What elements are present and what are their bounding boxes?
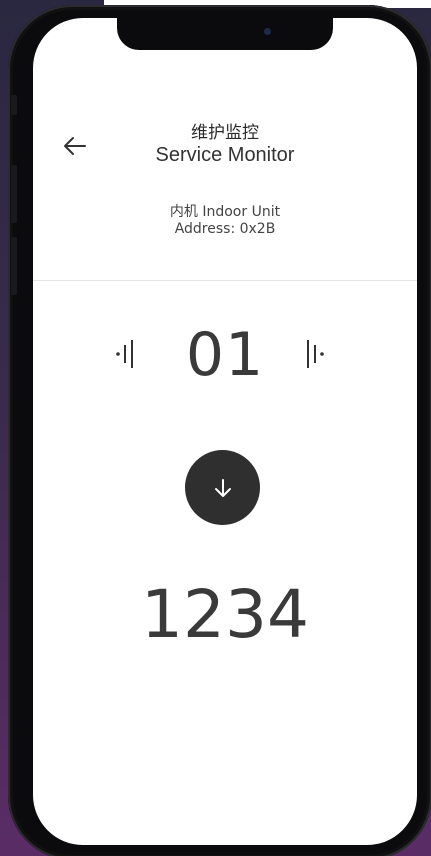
next-button[interactable] bbox=[301, 336, 331, 372]
page-title-chinese: 维护监控 bbox=[191, 123, 259, 143]
phone-side-button bbox=[11, 237, 17, 295]
unit-number: 01 bbox=[185, 320, 265, 390]
read-button[interactable] bbox=[185, 450, 260, 525]
skip-next-icon bbox=[307, 340, 324, 368]
phone-side-button bbox=[11, 165, 17, 223]
phone-side-button bbox=[11, 95, 17, 115]
arrow-down-icon bbox=[214, 478, 231, 497]
app-screen: 维护监控 Service Monitor 内机 Indoor Unit Addr… bbox=[33, 18, 417, 845]
device-label: 内机 Indoor Unit bbox=[169, 204, 281, 220]
unit-selector: 01 bbox=[33, 318, 417, 392]
page-header: 维护监控 Service Monitor 内机 Indoor Unit Addr… bbox=[33, 18, 417, 281]
device-address: Address: 0x2B bbox=[174, 221, 276, 237]
result-value: 1234 bbox=[141, 576, 309, 653]
page-title: Service Monitor bbox=[155, 144, 295, 166]
device-info: 内机 Indoor Unit Address: 0x2B bbox=[33, 204, 417, 238]
